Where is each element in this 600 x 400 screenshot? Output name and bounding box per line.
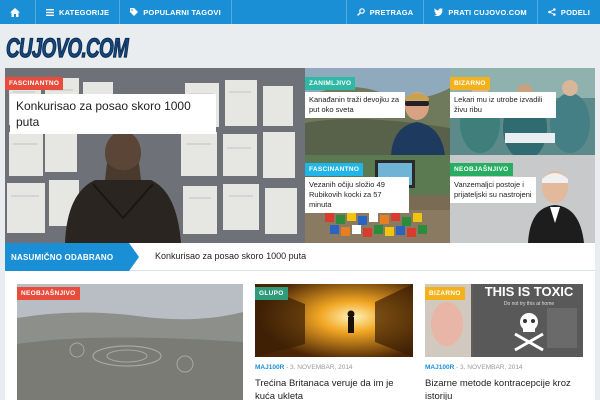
nav-kategorije[interactable]: KATEGORIJE <box>36 0 121 24</box>
article-card-2-meta: MAJ100R - 3. NOVEMBAR, 2014 <box>255 364 353 371</box>
tag-icon <box>130 8 139 16</box>
nav-pretraga-label: PRETRAGA <box>369 7 414 17</box>
article-card-1[interactable]: NEOBJAŠNJIVO <box>17 284 243 400</box>
article-card-3-title[interactable]: Bizarne metode kontracepcije kroz istori… <box>425 378 583 400</box>
toxic-image-subtext: Do not try this at home <box>504 301 555 307</box>
featured-tile-4-title[interactable]: Vanzemaljci postoje i prijateljski su na… <box>450 177 536 204</box>
featured-main[interactable]: FASCINANTNO Konkurisao za posao skoro 10… <box>5 68 305 243</box>
nav-podeli[interactable]: PODELI <box>536 0 600 24</box>
article-card-3-date: 3. NOVEMBAR, 2014 <box>460 364 523 371</box>
featured-tile-3-title[interactable]: Vezanih očiju složio 49 Rubikovih kocki … <box>305 177 409 214</box>
nav-popularni-tagovi[interactable]: POPULARNI TAGOVI <box>120 0 232 24</box>
site-header: CUJOVO.COM <box>0 24 600 68</box>
nav-prati[interactable]: PRATI CUJOVO.COM <box>423 0 536 24</box>
featured-grid: FASCINANTNO Konkurisao za posao skoro 10… <box>5 68 595 243</box>
toxic-image-text: THIS IS TOXIC <box>485 284 574 299</box>
menu-icon <box>46 8 54 16</box>
article-card-3-category[interactable]: BIZARNO <box>425 287 465 300</box>
article-card-2[interactable]: GLUPO MAJ100R - 3. NOVEMBAR, 2014 Trećin… <box>255 284 413 400</box>
featured-tile-1-category[interactable]: ZANIMLJIVO <box>305 77 356 90</box>
article-card-2-author[interactable]: MAJ100R <box>255 364 284 371</box>
logo-text: CUJOVO.COM <box>6 33 129 63</box>
nav-pretraga[interactable]: PRETRAGA <box>345 0 424 24</box>
nav-podeli-label: PODELI <box>560 7 590 17</box>
article-card-2-title[interactable]: Trećina Britanaca veruje da im je kuća u… <box>255 378 413 400</box>
featured-main-title[interactable]: Konkurisao za posao skoro 1000 puta <box>10 94 216 135</box>
search-icon <box>356 8 365 16</box>
nav-prati-label: PRATI CUJOVO.COM <box>448 7 527 17</box>
article-card-3-author[interactable]: MAJ100R <box>425 364 454 371</box>
featured-tile-2[interactable]: BIZARNO Lekari mu iz utrobe izvadili živ… <box>450 68 595 155</box>
article-card-1-category[interactable]: NEOBJAŠNJIVO <box>17 287 80 300</box>
top-nav: KATEGORIJE POPULARNI TAGOVI PRETRAGA PRA… <box>0 0 600 24</box>
article-list: NEOBJAŠNJIVO GLUPO MAJ100R - 3. NOVEMBAR… <box>5 271 595 400</box>
random-label: NASUMIČNO ODABRANO <box>5 243 129 271</box>
twitter-icon <box>434 8 444 16</box>
article-card-2-category[interactable]: GLUPO <box>255 287 288 300</box>
featured-tile-2-category[interactable]: BIZARNO <box>450 77 490 90</box>
featured-tile-3-category[interactable]: FASCINANTNO <box>305 163 364 176</box>
featured-tile-2-title[interactable]: Lekari mu iz utrobe izvadili živu ribu <box>450 92 556 119</box>
featured-tile-4-category[interactable]: NEOBJAŠNJIVO <box>450 163 513 176</box>
featured-main-category[interactable]: FASCINANTNO <box>5 77 64 90</box>
article-card-3-meta: MAJ100R - 3. NOVEMBAR, 2014 <box>425 364 523 371</box>
site-logo[interactable]: CUJOVO.COM <box>5 27 131 65</box>
featured-tile-1[interactable]: ZANIMLJIVO Kanađanin traži devojku za pu… <box>305 68 450 155</box>
random-arrow <box>129 243 139 271</box>
featured-tile-1-title[interactable]: Kanađanin traži devojku za put oko sveta <box>305 92 405 119</box>
random-bar: NASUMIČNO ODABRANO Konkurisao za posao s… <box>5 243 595 271</box>
random-title[interactable]: Konkurisao za posao skoro 1000 puta <box>155 251 306 261</box>
nav-kategorije-label: KATEGORIJE <box>59 7 110 17</box>
article-card-1-image <box>17 284 243 400</box>
featured-tile-3[interactable]: FASCINANTNO Vezanih očiju složio 49 Rubi… <box>305 155 450 243</box>
article-card-2-date: 3. NOVEMBAR, 2014 <box>290 364 353 371</box>
home-icon <box>10 7 20 17</box>
home-button[interactable] <box>0 0 36 24</box>
nav-popularni-label: POPULARNI TAGOVI <box>143 7 221 17</box>
article-card-3[interactable]: THIS IS TOXIC Do not try this at home BI… <box>425 284 583 400</box>
featured-tile-4[interactable]: NEOBJAŠNJIVO Vanzemaljci postoje i prija… <box>450 155 595 243</box>
share-icon <box>548 8 556 16</box>
article-card-1-thumb[interactable] <box>17 284 243 400</box>
